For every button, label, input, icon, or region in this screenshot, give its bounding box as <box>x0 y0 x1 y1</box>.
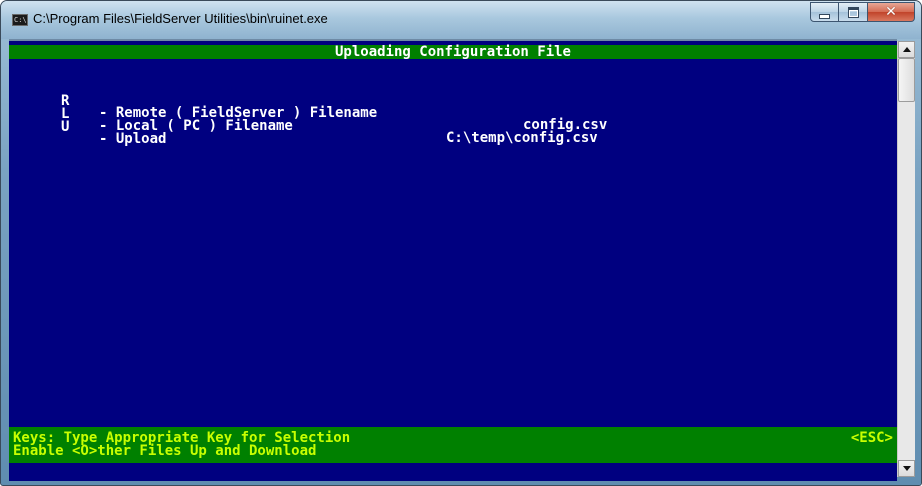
minimize-icon <box>819 13 830 19</box>
menu-item-remote-filename[interactable]: R - Remote ( FieldServer ) Filename conf… <box>9 83 897 132</box>
close-button[interactable]: ✕ <box>868 2 915 22</box>
scroll-down-button[interactable] <box>898 460 915 477</box>
maximize-icon <box>847 6 859 18</box>
caption-buttons: ✕ <box>810 2 915 23</box>
screen-header: Uploading Configuration File <box>9 45 897 59</box>
key-help-bar: Keys: Type Appropriate Key for Selection… <box>9 427 897 463</box>
console-window: C:\ C:\Program Files\FieldServer Utiliti… <box>0 0 922 486</box>
cmd-console-icon[interactable]: C:\ <box>12 14 28 26</box>
close-icon: ✕ <box>885 4 897 20</box>
escape-key-hint[interactable]: <ESC> <box>851 431 893 445</box>
minimize-button[interactable] <box>810 2 839 22</box>
scroll-up-button[interactable] <box>898 41 915 58</box>
local-filename-value: C:\temp\config.csv <box>446 130 598 146</box>
other-files-hint[interactable]: Enable <O>ther Files Up and Download <box>13 444 316 458</box>
menu-label: - Upload <box>99 131 167 147</box>
arrow-down-icon <box>902 466 911 471</box>
console-bottom <box>9 463 897 481</box>
maximize-button[interactable] <box>839 2 868 22</box>
title-bar[interactable]: C:\ C:\Program Files\FieldServer Utiliti… <box>1 1 921 39</box>
console-area[interactable]: Uploading Configuration File R - Remote … <box>9 39 897 481</box>
vertical-scrollbar[interactable] <box>897 41 915 477</box>
menu-item-upload[interactable]: U - Upload <box>9 109 897 146</box>
menu-item-local-filename[interactable]: L - Local ( PC ) Filename C:\temp\config… <box>9 96 897 145</box>
menu-key: U <box>61 119 70 135</box>
arrow-up-icon <box>902 47 911 52</box>
window-title: C:\Program Files\FieldServer Utilities\b… <box>33 11 328 26</box>
scroll-thumb[interactable] <box>898 58 915 102</box>
